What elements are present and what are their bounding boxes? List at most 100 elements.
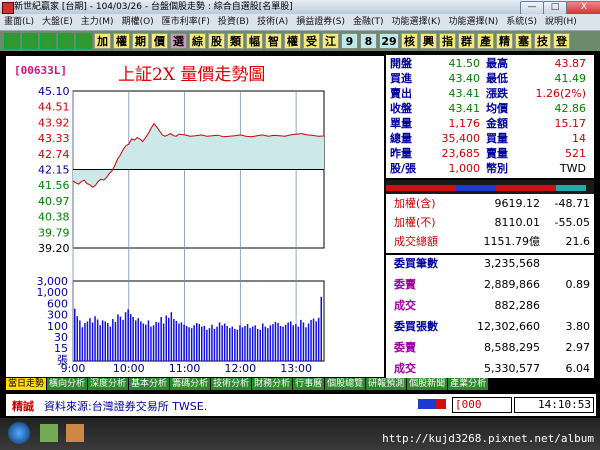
- toolbar-button-20[interactable]: 產: [477, 33, 494, 49]
- tab-6[interactable]: 財務分析: [252, 378, 293, 390]
- toolbar-button-23[interactable]: 技: [534, 33, 551, 49]
- quote-label: 總量: [390, 132, 412, 145]
- volume-bar: [198, 324, 200, 361]
- tab-7[interactable]: 行事曆: [293, 378, 325, 390]
- toolbar-button-8[interactable]: 幅: [246, 33, 263, 49]
- menu-item-6[interactable]: 技術(A): [253, 14, 292, 30]
- menu-item-4[interactable]: 匯市利率(F): [158, 14, 214, 30]
- volume-tick-label: 張: [57, 353, 68, 366]
- volume-bar: [183, 324, 185, 361]
- toolbar-button-13[interactable]: 9: [341, 33, 358, 49]
- y-tick-label: 39.20: [38, 242, 70, 255]
- toolbar-button-22[interactable]: 塞: [515, 33, 532, 49]
- close-button[interactable]: X: [566, 1, 600, 15]
- menu-item-7[interactable]: 損益證券(S): [292, 14, 349, 30]
- toolbar-button-16[interactable]: 核: [401, 33, 418, 49]
- tab-1[interactable]: 橫向分析: [47, 378, 88, 390]
- menu-item-5[interactable]: 投資(B): [214, 14, 253, 30]
- toolbar-button-21[interactable]: 精: [496, 33, 513, 49]
- toolbar-button-2[interactable]: 期: [132, 33, 149, 49]
- volume-bar: [114, 321, 117, 361]
- x-tick-label: 10:00: [113, 362, 145, 375]
- y-tick-label: 43.33: [38, 132, 70, 145]
- search-icon[interactable]: [4, 33, 20, 49]
- volume-bar: [254, 325, 256, 361]
- y-tick-label: 39.79: [38, 226, 70, 239]
- order-volume-panel: 委買筆數 3,235,568 委賣 2,889,866 0.89 成交 882,286 委買張…: [386, 255, 594, 378]
- tab-5[interactable]: 技術分析: [211, 378, 252, 390]
- volume-bar: [157, 322, 160, 361]
- menu-item-10[interactable]: 功能選擇(N): [444, 14, 502, 30]
- toolbar-button-6[interactable]: 股: [208, 33, 225, 49]
- toolbar-button-24[interactable]: 登: [553, 33, 570, 49]
- volume-bar: [91, 322, 94, 361]
- y-tick-label: 41.56: [38, 179, 70, 192]
- toolbar-button-3[interactable]: 價: [151, 33, 168, 49]
- menu-item-8[interactable]: 金融(T): [349, 14, 388, 30]
- toolbar-button-18[interactable]: 指: [439, 33, 456, 49]
- toolbar-button-7[interactable]: 類: [227, 33, 244, 49]
- toolbar-button-1[interactable]: 權: [113, 33, 130, 49]
- tab-11[interactable]: 產業分析: [448, 378, 489, 390]
- volume-bar: [290, 321, 292, 361]
- volume-bar: [74, 308, 76, 361]
- menu-item-2[interactable]: 主力(M): [77, 14, 118, 30]
- tab-9[interactable]: 研報預測: [366, 378, 407, 390]
- tab-3[interactable]: 基本分析: [129, 378, 170, 390]
- bid-ask-bar: [386, 180, 594, 194]
- toolbar-button-10[interactable]: 權: [284, 33, 301, 49]
- volume-bar: [246, 324, 249, 361]
- tab-4[interactable]: 籌碼分析: [170, 378, 211, 390]
- toolbar-button-14[interactable]: 8: [360, 33, 377, 49]
- quote-value: TWD: [559, 162, 586, 175]
- quote-label: 昨量: [390, 147, 412, 160]
- menu-item-1[interactable]: 大盤(E): [38, 14, 77, 30]
- tab-10[interactable]: 個股新聞: [407, 378, 448, 390]
- menu-item-9[interactable]: 功能選擇(K): [388, 14, 445, 30]
- toolbar-button-9[interactable]: 智: [265, 33, 282, 49]
- menu-item-12[interactable]: 說明(H): [541, 14, 581, 30]
- volume-bar: [193, 325, 195, 361]
- grid-icon[interactable]: [58, 33, 74, 49]
- calculator-icon[interactable]: [22, 33, 38, 49]
- volume-bar: [84, 323, 86, 361]
- toolbar-button-15[interactable]: 29: [379, 33, 399, 49]
- taskbar-app-icon[interactable]: [66, 424, 84, 442]
- toolbar-button-17[interactable]: 興: [420, 33, 437, 49]
- tab-0[interactable]: 當日走勢: [6, 378, 47, 390]
- code-box[interactable]: [000: [452, 397, 512, 413]
- y-tick-label: 42.15: [38, 164, 70, 177]
- volume-bar: [175, 320, 178, 361]
- menu-item-3[interactable]: 期權(O): [118, 14, 158, 30]
- menu-bar: 畫面(L) 大盤(E) 主力(M) 期權(O) 匯市利率(F) 投資(B) 技術(A) 損益證…: [0, 14, 600, 31]
- tab-2[interactable]: 深度分析: [88, 378, 129, 390]
- toolbar-button-5[interactable]: 綜: [189, 33, 206, 49]
- volume-bar: [305, 327, 307, 361]
- volume-bar: [223, 323, 226, 361]
- volume-bar: [229, 328, 231, 361]
- tab-8[interactable]: 個股總覽: [325, 378, 366, 390]
- quote-label: 股/張: [390, 162, 417, 175]
- menu-item-11[interactable]: 系統(S): [502, 14, 541, 30]
- toolbar-button-19[interactable]: 群: [458, 33, 475, 49]
- toolbar-button-0[interactable]: 加: [94, 33, 111, 49]
- start-orb-icon[interactable]: [8, 422, 30, 444]
- toolbar-button-12[interactable]: 江: [322, 33, 339, 49]
- minimize-button[interactable]: —: [520, 1, 544, 15]
- star-icon[interactable]: [76, 33, 92, 49]
- maximize-button[interactable]: □: [543, 1, 567, 15]
- order-label: 委賣: [394, 278, 416, 291]
- quote-label: 最高: [486, 57, 508, 70]
- quote-value: 1,000: [448, 162, 481, 175]
- volume-bar: [96, 319, 99, 361]
- order-change: 6.04: [565, 362, 591, 375]
- volume-bar: [129, 314, 132, 361]
- volume-bar: [231, 326, 233, 361]
- volume-bar: [170, 312, 173, 361]
- chart-icon[interactable]: [40, 33, 56, 49]
- toolbar-button-4[interactable]: 選: [170, 33, 187, 49]
- toolbar-button-11[interactable]: 受: [303, 33, 320, 49]
- taskbar-app-icon[interactable]: [40, 424, 58, 442]
- quote-value: 1,176: [448, 117, 481, 130]
- menu-item-0[interactable]: 畫面(L): [0, 14, 38, 30]
